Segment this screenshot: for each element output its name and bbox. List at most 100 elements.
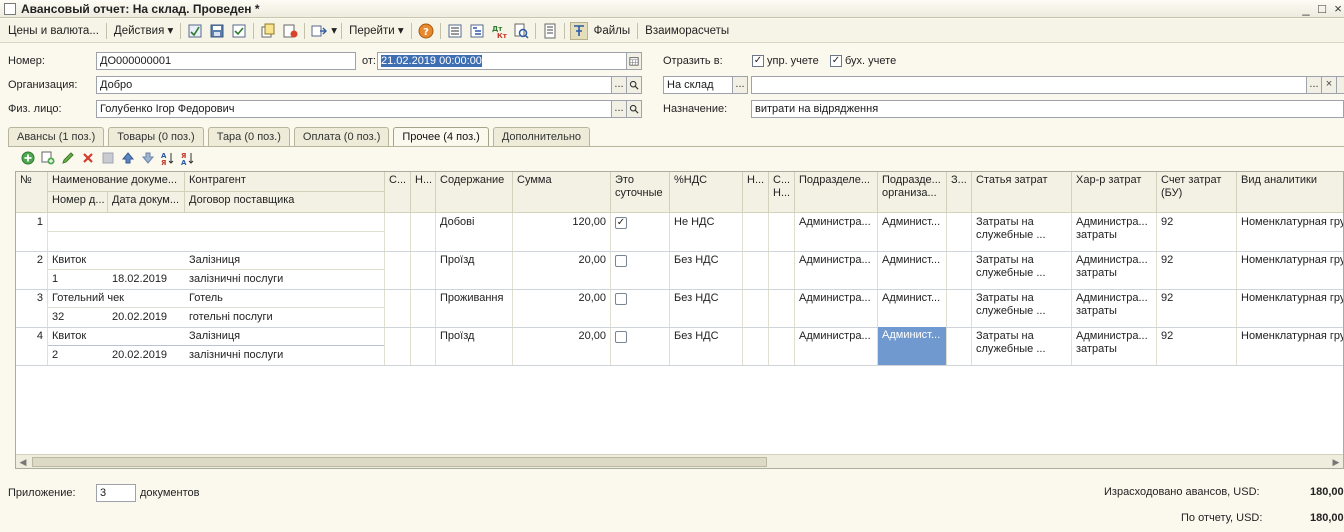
second-clear-icon[interactable]: × <box>1321 76 1337 94</box>
col-header-cost-item[interactable]: Статья затрат <box>972 172 1072 213</box>
row-4-doc-name[interactable]: Квиток <box>48 328 185 345</box>
copy-row-icon[interactable] <box>38 149 58 167</box>
row-3-vat[interactable]: Без НДС <box>670 290 742 307</box>
based-on-icon[interactable] <box>310 22 328 40</box>
row-1-vat[interactable]: Не НДС <box>670 214 742 231</box>
row-3-contractor[interactable]: Готель <box>185 290 384 307</box>
row-3-doc-date[interactable]: 20.02.2019 <box>108 309 185 326</box>
tab-containers[interactable]: Тара (0 поз.) <box>207 127 290 146</box>
second-select-button[interactable]: ... <box>1306 76 1322 94</box>
row-4-account[interactable]: 92 <box>1157 328 1236 345</box>
row-1-analytics[interactable]: Номенклатурная гру <box>1237 214 1343 231</box>
warehouse-field[interactable]: На склад <box>663 76 733 94</box>
row-1-content[interactable]: Добові <box>436 214 512 231</box>
person-select-button[interactable]: ... <box>611 100 627 118</box>
tab-additional[interactable]: Дополнительно <box>492 127 591 146</box>
row-2-analytics[interactable]: Номенклатурная гру <box>1237 252 1343 269</box>
sort-tree-icon[interactable] <box>569 21 588 40</box>
edit-row-icon[interactable] <box>58 149 78 167</box>
files-button[interactable]: Файлы <box>590 21 635 41</box>
row-3-content[interactable]: Проживання <box>436 290 512 307</box>
row-2-contract[interactable]: залізничні послуги <box>185 271 384 288</box>
tab-goods[interactable]: Товары (0 поз.) <box>108 127 204 146</box>
organization-open-button[interactable] <box>626 76 642 94</box>
col-header-doc-number[interactable]: Номер д... <box>48 192 108 213</box>
row-4-doc-date[interactable]: 20.02.2019 <box>108 347 185 364</box>
row-4-vat[interactable]: Без НДС <box>670 328 742 345</box>
row-4-daily-checkbox[interactable] <box>615 331 627 343</box>
scroll-right-icon[interactable]: ▶ <box>1329 455 1343 468</box>
row-2-daily-checkbox[interactable] <box>615 255 627 267</box>
row-3-no[interactable]: 3 <box>16 290 47 307</box>
attachment-count-field[interactable]: 3 <box>96 484 136 502</box>
move-up-icon[interactable] <box>118 149 138 167</box>
scrollbar-thumb[interactable] <box>32 457 767 467</box>
row-1-daily-checkbox[interactable]: ✓ <box>615 217 627 229</box>
actions-menu-button[interactable]: Действия ▾ <box>110 21 177 41</box>
row-2-content[interactable]: Проїзд <box>436 252 512 269</box>
row-3-cost-kind[interactable]: Администра... затраты <box>1072 290 1156 324</box>
row-1-sum[interactable]: 120,00 <box>513 214 610 231</box>
row-4-dept-org[interactable]: Админист... <box>878 327 946 365</box>
sort-desc-icon[interactable]: ЯА <box>178 149 198 167</box>
row-3-cost-item[interactable]: Затраты на служебные ... <box>972 290 1071 324</box>
sort-asc-icon[interactable]: АЯ <box>158 149 178 167</box>
print-form-icon[interactable] <box>541 22 559 40</box>
row-1-no[interactable]: 1 <box>16 214 47 231</box>
tab-payment[interactable]: Оплата (0 поз.) <box>293 127 390 146</box>
row-4-dept[interactable]: Администра... <box>795 328 877 345</box>
scroll-left-icon[interactable]: ◀ <box>16 455 30 468</box>
row-3-dept[interactable]: Администра... <box>795 290 877 307</box>
col-header-doc-name[interactable]: Наименование докуме... <box>48 172 185 192</box>
row-4-analytics[interactable]: Номенклатурная гру <box>1237 328 1343 345</box>
maximize-button[interactable]: □ <box>1314 1 1330 16</box>
copy-icon[interactable] <box>259 22 277 40</box>
row-4-contract[interactable]: залізничні послуги <box>185 347 384 364</box>
row-4-sum[interactable]: 20,00 <box>513 328 610 345</box>
col-header-cost-kind[interactable]: Хар-р затрат <box>1072 172 1157 213</box>
number-field[interactable]: ДО000000001 <box>96 52 356 70</box>
goto-menu-button[interactable]: Перейти ▾ <box>345 21 408 41</box>
person-field[interactable]: Голубенко Ігор Федорович <box>96 100 612 118</box>
col-header-contract[interactable]: Договор поставщика <box>185 192 385 213</box>
tab-other[interactable]: Прочее (4 поз.) <box>393 127 489 147</box>
row-4-content[interactable]: Проїзд <box>436 328 512 345</box>
row-3-doc-number[interactable]: 32 <box>48 309 108 326</box>
organization-field[interactable]: Добро <box>96 76 612 94</box>
col-header-doc-date[interactable]: Дата докум... <box>108 192 185 213</box>
save-icon[interactable] <box>208 22 226 40</box>
row-1-contract[interactable] <box>185 233 384 237</box>
col-header-content[interactable]: Содержание <box>436 172 513 213</box>
row-2-no[interactable]: 2 <box>16 252 47 269</box>
row-3-doc-name[interactable]: Готельний чек <box>48 290 185 307</box>
col-header-dept-org[interactable]: Подразде... организа... <box>878 172 947 213</box>
row-2-vat[interactable]: Без НДС <box>670 252 742 269</box>
row-3-dept-org[interactable]: Админист... <box>878 290 946 307</box>
row-2-sum[interactable]: 20,00 <box>513 252 610 269</box>
organization-select-button[interactable]: ... <box>611 76 627 94</box>
row-3-analytics[interactable]: Номенклатурная гру <box>1237 290 1343 307</box>
row-2-doc-date[interactable]: 18.02.2019 <box>108 271 185 288</box>
row-2-cost-item[interactable]: Затраты на служебные ... <box>972 252 1071 286</box>
row-1-cost-kind[interactable]: Администра... затраты <box>1072 214 1156 248</box>
row-2-account[interactable]: 92 <box>1157 252 1236 269</box>
purpose-field[interactable]: витрати на відрядження <box>751 100 1344 118</box>
row-1-doc-date[interactable] <box>108 233 185 237</box>
row-4-no[interactable]: 4 <box>16 328 47 345</box>
col-header-contractor[interactable]: Контрагент <box>185 172 385 192</box>
structure-icon[interactable] <box>468 22 486 40</box>
col-header-dept[interactable]: Подразделе... <box>795 172 878 213</box>
date-field[interactable]: 21.02.2019 00:00:00 <box>377 52 627 70</box>
row-4-contractor[interactable]: Залізниця <box>185 328 384 345</box>
report-search-icon[interactable] <box>512 22 530 40</box>
post-and-close-icon[interactable] <box>186 22 204 40</box>
row-3-contract[interactable]: готельні послуги <box>185 309 384 326</box>
col-header-analytics[interactable]: Вид аналитики <box>1237 172 1343 213</box>
based-on-dropdown[interactable]: ▾ <box>330 21 338 41</box>
dt-kt-icon[interactable]: Дт Кт <box>490 22 508 40</box>
close-button[interactable]: × <box>1330 1 1344 16</box>
row-1-dept[interactable]: Администра... <box>795 214 877 231</box>
row-4-cost-item[interactable]: Затраты на служебные ... <box>972 328 1071 362</box>
col-header-account[interactable]: Счет затрат (БУ) <box>1157 172 1237 213</box>
row-4-cost-kind[interactable]: Администра... затраты <box>1072 328 1156 362</box>
